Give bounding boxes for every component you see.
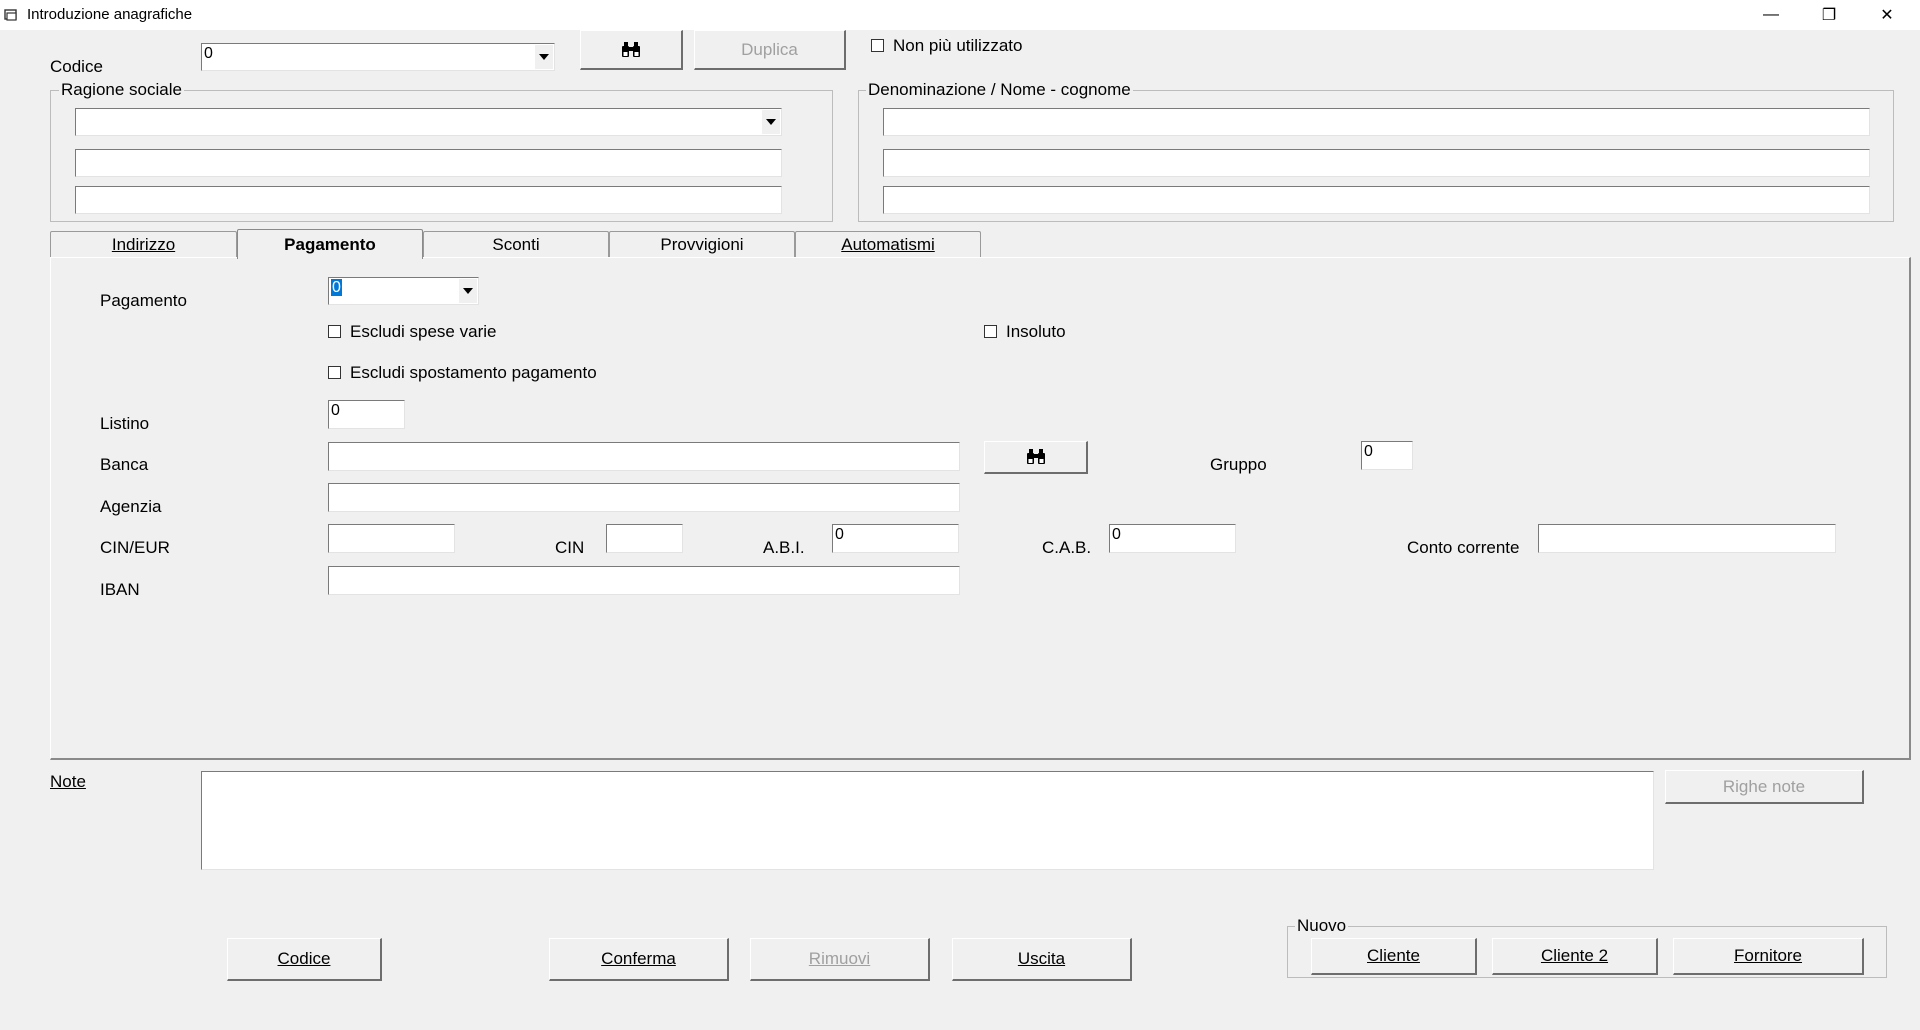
- escludi-spostamento-checkbox[interactable]: [328, 366, 341, 379]
- duplica-button[interactable]: Duplica: [694, 30, 846, 70]
- nuovo-cliente2-label: Cliente 2: [1540, 946, 1609, 965]
- ragione-sociale-line3-input[interactable]: [75, 186, 782, 214]
- tab-provvigioni[interactable]: Provvigioni: [609, 231, 795, 258]
- nuovo-cliente-label: Cliente: [1367, 946, 1420, 965]
- search-codice-button[interactable]: [580, 30, 683, 70]
- uscita-button[interactable]: Uscita: [952, 938, 1132, 981]
- minimize-icon: —: [1763, 6, 1779, 23]
- listino-label: Listino: [100, 414, 150, 433]
- codice-button-label: Codice: [277, 949, 331, 968]
- denominazione-legend: Denominazione / Nome - cognome: [866, 80, 1133, 100]
- chevron-down-icon[interactable]: [459, 279, 477, 303]
- codice-button[interactable]: Codice: [227, 938, 382, 981]
- rimuovi-button-label: Rimuovi: [808, 949, 871, 968]
- pagamento-value: 0: [331, 279, 342, 296]
- conto-corrente-input[interactable]: [1538, 524, 1836, 553]
- gruppo-input[interactable]: 0: [1361, 441, 1413, 470]
- note-label-text: Note: [50, 772, 86, 791]
- minimize-button[interactable]: —: [1742, 0, 1800, 30]
- cab-input[interactable]: 0: [1109, 524, 1236, 553]
- restore-icon: ❐: [1821, 7, 1837, 24]
- pagamento-combobox[interactable]: 0: [328, 277, 479, 305]
- codice-value: 0: [204, 45, 213, 62]
- ragione-sociale-line2-input[interactable]: [75, 149, 782, 177]
- listino-input[interactable]: 0: [328, 400, 405, 429]
- binoculars-icon: [1025, 448, 1047, 466]
- agenzia-input[interactable]: [328, 483, 960, 512]
- insoluto-checkbox[interactable]: [984, 325, 997, 338]
- iban-input[interactable]: [328, 566, 960, 595]
- tab-indirizzo[interactable]: Indirizzo: [50, 231, 237, 258]
- nuovo-fornitore-label: Fornitore: [1733, 946, 1803, 965]
- restore-button[interactable]: ❐: [1800, 0, 1858, 30]
- denominazione-line1-input[interactable]: [883, 108, 1870, 136]
- iban-label: IBAN: [100, 580, 140, 599]
- codice-combobox[interactable]: 0: [201, 43, 555, 71]
- gruppo-label: Gruppo: [1210, 455, 1267, 474]
- righe-note-button[interactable]: Righe note: [1665, 770, 1864, 804]
- denominazione-line2-input[interactable]: [883, 149, 1870, 177]
- codice-label: Codice: [50, 57, 103, 76]
- escludi-spese-varie-checkbox[interactable]: [328, 325, 341, 338]
- conferma-button-label: Conferma: [601, 949, 676, 968]
- tab-sconti[interactable]: Sconti: [423, 231, 609, 258]
- tab-sconti-label: Sconti: [492, 235, 540, 254]
- close-icon: ✕: [1880, 7, 1894, 24]
- close-window-button[interactable]: ✕: [1858, 0, 1916, 30]
- abi-input[interactable]: 0: [832, 524, 959, 553]
- nuovo-legend: Nuovo: [1295, 916, 1349, 936]
- conferma-button[interactable]: Conferma: [549, 938, 729, 981]
- conto-corrente-label: Conto corrente: [1407, 538, 1520, 557]
- cin-eur-label: CIN/EUR: [100, 538, 170, 557]
- tab-automatismi-label: Automatismi: [841, 235, 935, 254]
- non-piu-utilizzato-label: Non più utilizzato: [893, 36, 1023, 55]
- ragione-sociale-combobox[interactable]: [75, 108, 782, 136]
- note-label: Note: [50, 772, 86, 792]
- binoculars-icon: [620, 41, 642, 59]
- rimuovi-button[interactable]: Rimuovi: [750, 938, 930, 981]
- non-piu-utilizzato-checkbox[interactable]: [871, 39, 884, 52]
- note-textarea[interactable]: [201, 771, 1654, 870]
- escludi-spostamento-label: Escludi spostamento pagamento: [350, 363, 597, 382]
- insoluto-label: Insoluto: [1006, 322, 1066, 341]
- window-title: Introduzione anagrafiche: [27, 6, 193, 23]
- ragione-sociale-legend: Ragione sociale: [59, 80, 184, 100]
- tab-indirizzo-label: Indirizzo: [111, 235, 176, 254]
- nuovo-fornitore-button[interactable]: Fornitore: [1673, 938, 1864, 975]
- search-banca-button[interactable]: [984, 441, 1088, 474]
- uscita-button-label: Uscita: [1017, 949, 1066, 968]
- tab-automatismi[interactable]: Automatismi: [795, 231, 981, 258]
- nuovo-cliente-button[interactable]: Cliente: [1311, 938, 1477, 975]
- escludi-spese-varie-label: Escludi spese varie: [350, 322, 497, 341]
- agenzia-label: Agenzia: [100, 497, 162, 516]
- chevron-down-icon[interactable]: [762, 110, 780, 134]
- pagamento-label: Pagamento: [100, 291, 187, 310]
- abi-label: A.B.I.: [763, 538, 805, 557]
- tab-pagamento-label: Pagamento: [284, 234, 376, 254]
- title-bar: [0, 0, 1920, 30]
- app-icon: [4, 8, 18, 22]
- cab-label: C.A.B.: [1042, 538, 1092, 557]
- chevron-down-icon[interactable]: [535, 45, 553, 69]
- banca-label: Banca: [100, 455, 149, 474]
- cin-eur-input[interactable]: [328, 524, 455, 553]
- tab-pagamento[interactable]: Pagamento: [237, 229, 423, 259]
- tab-provvigioni-label: Provvigioni: [660, 235, 744, 254]
- cin-input[interactable]: [606, 524, 683, 553]
- nuovo-cliente2-button[interactable]: Cliente 2: [1492, 938, 1658, 975]
- banca-input[interactable]: [328, 442, 960, 471]
- cin-label: CIN: [555, 538, 585, 557]
- denominazione-line3-input[interactable]: [883, 186, 1870, 214]
